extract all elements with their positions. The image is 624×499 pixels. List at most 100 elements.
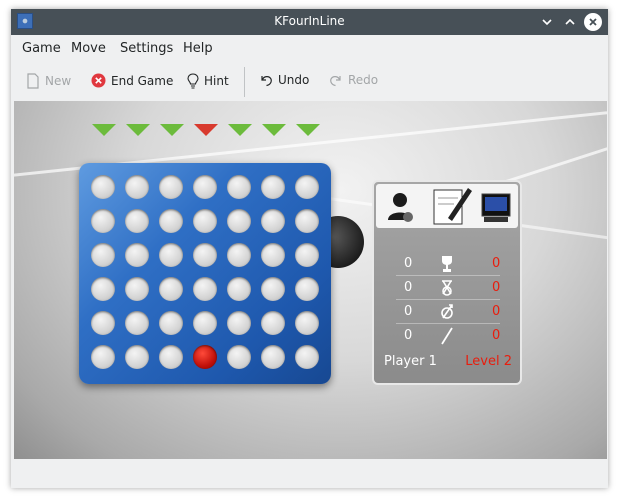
- status-bar: [11, 460, 608, 488]
- score-panel: 00000000 Player 1 Level 2: [372, 180, 522, 385]
- board-slot[interactable]: [227, 277, 251, 301]
- board-slot[interactable]: [295, 311, 319, 335]
- computer-icon: [481, 193, 511, 222]
- board-slot[interactable]: [295, 175, 319, 199]
- board-slot[interactable]: [159, 277, 183, 301]
- minimize-icon[interactable]: [538, 13, 556, 31]
- board-slot[interactable]: [91, 277, 115, 301]
- board-slot[interactable]: [261, 345, 285, 369]
- redo-icon: [330, 76, 341, 87]
- undo-button[interactable]: Undo: [259, 73, 309, 87]
- board-slot[interactable]: [227, 311, 251, 335]
- board-slot[interactable]: [91, 345, 115, 369]
- column-arrow-4[interactable]: [194, 124, 218, 136]
- end-game-button[interactable]: End Game: [91, 73, 173, 88]
- score-divider: [396, 299, 500, 300]
- score-divider: [396, 275, 500, 276]
- board-slot[interactable]: [125, 209, 149, 233]
- notepad-icon: [433, 188, 472, 225]
- redo-label: Redo: [348, 73, 379, 87]
- board-slot[interactable]: [193, 243, 217, 267]
- score-row: 00: [374, 278, 520, 298]
- board-slot[interactable]: [295, 277, 319, 301]
- board-slot[interactable]: [227, 175, 251, 199]
- game-area[interactable]: 00000000 Player 1 Level 2: [14, 101, 607, 459]
- board-slot[interactable]: [159, 345, 183, 369]
- title-bar: KFourInLine: [11, 9, 608, 35]
- menu-move[interactable]: Move: [71, 41, 106, 56]
- board-slot[interactable]: [125, 311, 149, 335]
- board-slot[interactable]: [159, 209, 183, 233]
- board-slot[interactable]: [91, 209, 115, 233]
- board-slot[interactable]: [261, 243, 285, 267]
- board-slot[interactable]: [261, 175, 285, 199]
- broken-icon: [438, 326, 456, 350]
- maximize-icon[interactable]: [561, 13, 579, 31]
- new-document-icon: [27, 73, 39, 89]
- lightbulb-icon: [187, 73, 199, 89]
- red-piece[interactable]: [193, 345, 217, 369]
- board-slot[interactable]: [193, 175, 217, 199]
- board-slot[interactable]: [227, 345, 251, 369]
- score-left: 0: [404, 328, 413, 343]
- menu-bar: Game Move Settings Help: [11, 35, 608, 61]
- score-left: 0: [404, 256, 413, 271]
- hint-label: Hint: [204, 74, 229, 88]
- undo-label: Undo: [278, 73, 310, 87]
- board-slot[interactable]: [193, 209, 217, 233]
- column-arrow-1[interactable]: [92, 124, 116, 136]
- board-slot[interactable]: [159, 311, 183, 335]
- menu-help[interactable]: Help: [183, 41, 213, 56]
- board-slot[interactable]: [91, 243, 115, 267]
- player-icons: [376, 184, 518, 228]
- main-window: KFourInLine Game Move Settings Help New …: [11, 9, 608, 488]
- board-slot[interactable]: [227, 243, 251, 267]
- end-game-icon: [91, 73, 106, 88]
- board-slot[interactable]: [91, 311, 115, 335]
- game-board[interactable]: [79, 163, 331, 384]
- board-slot[interactable]: [125, 277, 149, 301]
- board-slot[interactable]: [91, 175, 115, 199]
- window-title: KFourInLine: [274, 14, 345, 28]
- board-slot[interactable]: [193, 277, 217, 301]
- undo-icon: [261, 76, 272, 87]
- redo-button[interactable]: Redo: [329, 73, 378, 87]
- score-right: 0: [492, 328, 501, 343]
- score-left: 0: [404, 280, 413, 295]
- score-row: 00: [374, 254, 520, 274]
- player-name: Player 1: [384, 354, 437, 369]
- level-label: Level 2: [465, 354, 512, 369]
- close-icon[interactable]: [584, 13, 602, 31]
- human-player-icon: [388, 193, 413, 222]
- board-slot[interactable]: [125, 243, 149, 267]
- menu-game[interactable]: Game: [22, 41, 61, 56]
- score-right: 0: [492, 304, 501, 319]
- board-slot[interactable]: [261, 311, 285, 335]
- column-arrow-3[interactable]: [160, 124, 184, 136]
- board-slot[interactable]: [261, 209, 285, 233]
- score-row: 00: [374, 302, 520, 322]
- board-slot[interactable]: [159, 175, 183, 199]
- column-arrow-2[interactable]: [126, 124, 150, 136]
- end-game-label: End Game: [111, 73, 174, 88]
- board-slot[interactable]: [159, 243, 183, 267]
- toolbar-separator: [244, 67, 245, 97]
- score-row: 00: [374, 326, 520, 346]
- board-slot[interactable]: [295, 345, 319, 369]
- toolbar: New End Game Hint Undo Redo: [11, 63, 608, 99]
- score-left: 0: [404, 304, 413, 319]
- board-slot[interactable]: [125, 345, 149, 369]
- menu-settings[interactable]: Settings: [120, 41, 173, 56]
- column-arrow-5[interactable]: [228, 124, 252, 136]
- hint-button[interactable]: Hint: [187, 73, 229, 89]
- board-slot[interactable]: [193, 311, 217, 335]
- score-right: 0: [492, 280, 501, 295]
- column-arrow-7[interactable]: [296, 124, 320, 136]
- board-slot[interactable]: [227, 209, 251, 233]
- board-slot[interactable]: [295, 243, 319, 267]
- new-button[interactable]: New: [26, 73, 71, 89]
- board-slot[interactable]: [261, 277, 285, 301]
- board-slot[interactable]: [295, 209, 319, 233]
- board-slot[interactable]: [125, 175, 149, 199]
- column-arrow-6[interactable]: [262, 124, 286, 136]
